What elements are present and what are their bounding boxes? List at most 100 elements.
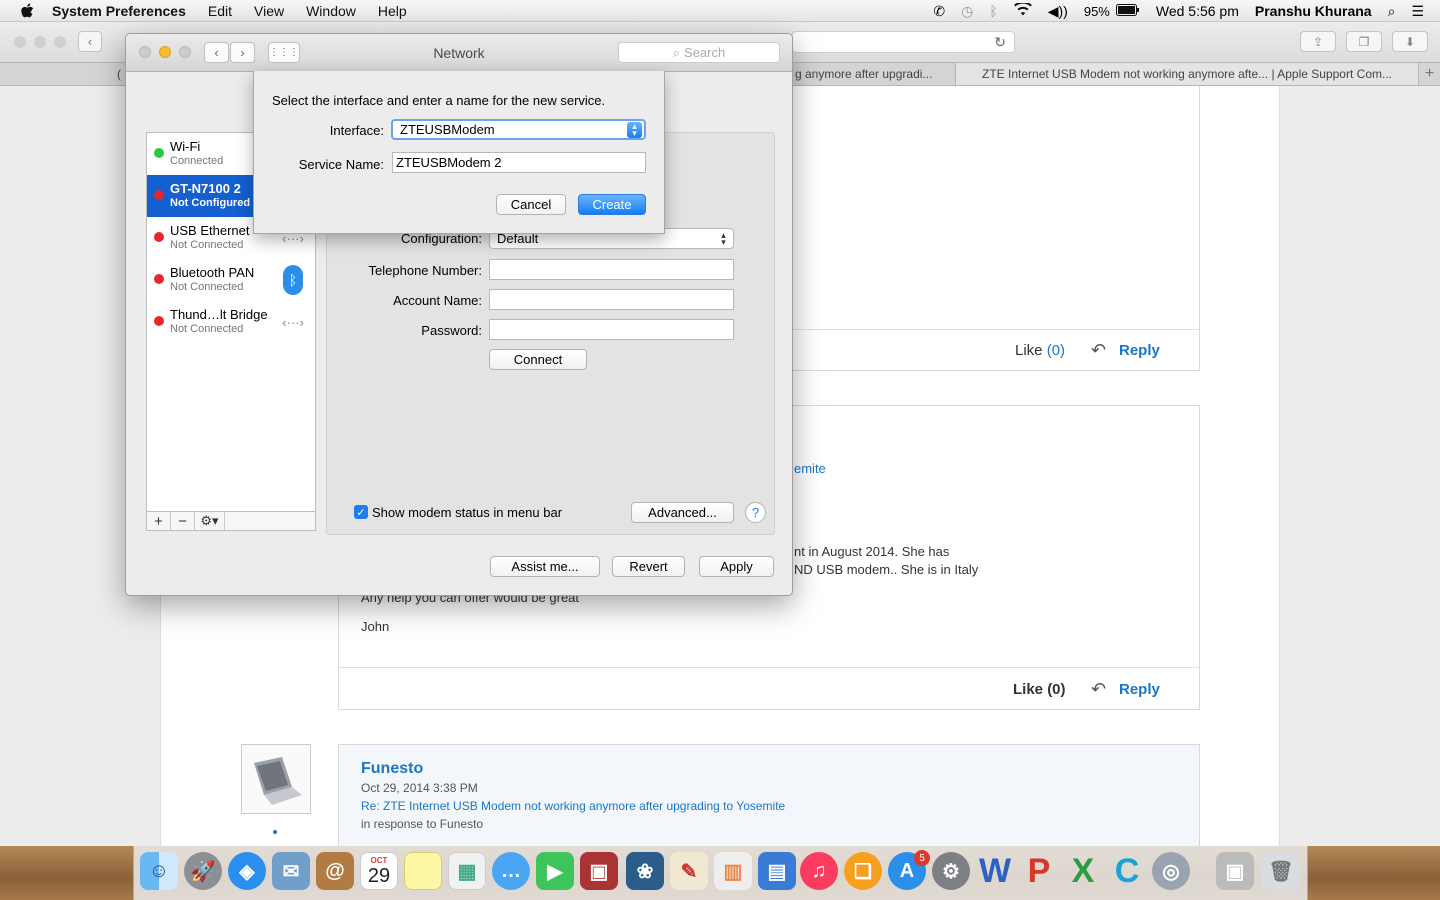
window-menu[interactable]: Window	[306, 3, 356, 19]
itunes-icon[interactable]: ♫	[800, 852, 838, 890]
reply-button-1[interactable]: Reply	[1119, 342, 1160, 359]
show-modem-checkbox[interactable]: ✓	[354, 505, 368, 519]
like-count-1: (0)	[1046, 342, 1066, 359]
search-input[interactable]: ⌕ Search	[618, 42, 780, 63]
avatar[interactable]	[241, 744, 311, 814]
reply-icon[interactable]: ↶	[1091, 679, 1106, 700]
interface-value: ZTEUSBModem	[400, 122, 495, 137]
clock[interactable]: Wed 5:56 pm	[1156, 3, 1239, 19]
revert-button[interactable]: Revert	[612, 556, 685, 577]
connect-button[interactable]: Connect	[489, 349, 587, 370]
interface-label: Interface:	[329, 123, 384, 138]
battery-icon[interactable]	[1115, 3, 1140, 19]
interface-select[interactable]: ZTEUSBModem ▴ ▾	[391, 119, 646, 140]
cancel-button[interactable]: Cancel	[496, 194, 566, 215]
ibooks-icon[interactable]: ❑	[844, 852, 882, 890]
post-3-author[interactable]: Funesto	[361, 760, 423, 778]
like-count-2: (0)	[1047, 681, 1066, 698]
account-field[interactable]	[489, 289, 734, 310]
view-menu[interactable]: View	[254, 3, 284, 19]
phone-modem-icon[interactable]: ✆	[933, 3, 945, 20]
bluetooth-icon: ᛒ	[277, 265, 309, 295]
volume-icon[interactable]: ◀))	[1048, 3, 1068, 20]
apple-menu-icon[interactable]	[20, 2, 34, 19]
word-icon[interactable]: W	[976, 852, 1014, 890]
facetime-icon[interactable]: ▶	[536, 852, 574, 890]
reload-icon[interactable]: ↻	[994, 34, 1006, 51]
notes-icon[interactable]	[404, 852, 442, 890]
downloads-icon[interactable]: ⬇	[1392, 31, 1428, 52]
calendar-month: OCT	[370, 855, 388, 865]
reply-button-2[interactable]: Reply	[1119, 681, 1160, 698]
bluetooth-icon[interactable]: ᛒ	[989, 3, 997, 19]
spotlight-icon[interactable]: ⌕	[1388, 3, 1396, 20]
trash-icon[interactable]: 🗑	[1262, 852, 1300, 890]
like-button-1[interactable]: Like (0)	[1015, 342, 1065, 359]
tabs-overview-icon[interactable]: ❐	[1346, 31, 1382, 52]
system-preferences-icon[interactable]: ⚙	[932, 852, 970, 890]
help-menu[interactable]: Help	[378, 3, 407, 19]
contacts-icon[interactable]: @	[316, 852, 354, 890]
tab-previous[interactable]: g anymore after upgradi...	[793, 63, 955, 85]
new-tab-icon[interactable]: +	[1418, 63, 1440, 85]
like-button-2[interactable]: Like (0)	[1013, 681, 1066, 698]
finder-icon[interactable]: ☺	[140, 852, 178, 890]
password-field[interactable]	[489, 319, 734, 340]
messages-icon[interactable]: …	[492, 852, 530, 890]
calendar-day: 29	[367, 864, 391, 887]
minimize-icon[interactable]	[34, 36, 46, 48]
apply-button[interactable]: Apply	[699, 556, 774, 577]
notification-center-icon[interactable]: ☰	[1411, 3, 1424, 20]
service-name-label: Service Name:	[298, 157, 384, 172]
gear-icon[interactable]: ⚙▾	[195, 512, 225, 530]
service-status: Not Connected	[170, 281, 244, 293]
advanced-button[interactable]: Advanced...	[631, 502, 734, 523]
service-item-bluetooth-pan[interactable]: Bluetooth PAN Not Connected ᛒ	[147, 259, 315, 301]
powerpoint-icon[interactable]: P	[1020, 852, 1058, 890]
c-app-icon[interactable]: C	[1108, 852, 1146, 890]
help-button[interactable]: ?	[745, 502, 766, 523]
back-icon[interactable]: ‹	[78, 31, 102, 52]
tab-left[interactable]: (	[0, 63, 125, 85]
telephone-field[interactable]	[489, 259, 734, 280]
mail-icon[interactable]: ✉	[272, 852, 310, 890]
launchpad-icon[interactable]: 🚀	[184, 852, 222, 890]
documents-stack-icon[interactable]: ▣	[1216, 852, 1254, 890]
service-status: Connected	[170, 155, 224, 167]
time-machine-icon[interactable]: ◷	[961, 3, 973, 20]
remove-service-button[interactable]: −	[171, 512, 195, 530]
assist-me-button[interactable]: Assist me...	[490, 556, 600, 577]
user-menu[interactable]: Pranshu Khurana	[1255, 3, 1372, 19]
photo-booth-icon[interactable]: ▣	[580, 852, 618, 890]
battery-percent[interactable]: 95%	[1084, 4, 1110, 19]
safari-icon[interactable]: ◈	[228, 852, 266, 890]
launcher-icon[interactable]: ◎	[1152, 852, 1190, 890]
post-2-subject-link[interactable]: emite	[794, 461, 826, 476]
app-menu[interactable]: System Preferences	[52, 3, 186, 19]
post-3-subject-link[interactable]: Re: ZTE Internet USB Modem not working a…	[361, 799, 785, 813]
service-name-field[interactable]: ZTEUSBModem 2	[392, 152, 646, 173]
address-bar[interactable]: ↻	[792, 31, 1015, 53]
pages-icon[interactable]: ✎	[670, 852, 708, 890]
service-item-thunderbolt-bridge[interactable]: Thund…lt Bridge Not Connected ‹···›	[147, 301, 315, 343]
add-service-button[interactable]: +	[147, 512, 171, 530]
iphoto-icon[interactable]: ❀	[626, 852, 664, 890]
menu-bar: System Preferences Edit View Window Help…	[0, 0, 1440, 22]
laptop-avatar-icon	[254, 757, 302, 805]
numbers-icon[interactable]: ▥	[714, 852, 752, 890]
edit-menu[interactable]: Edit	[208, 3, 232, 19]
post-2-signature: John	[361, 619, 390, 634]
calendar-icon[interactable]: OCT 29	[360, 852, 398, 890]
create-button[interactable]: Create	[578, 194, 646, 215]
reply-icon[interactable]: ↶	[1091, 340, 1106, 361]
wifi-icon[interactable]	[1013, 1, 1032, 19]
service-status: Not Connected	[170, 323, 244, 335]
zoom-icon[interactable]	[54, 36, 66, 48]
share-icon[interactable]: ⇪	[1300, 31, 1336, 52]
excel-icon[interactable]: X	[1064, 852, 1102, 890]
status-dot	[154, 274, 164, 284]
tab-active[interactable]: ZTE Internet USB Modem not working anymo…	[955, 63, 1418, 85]
keynote-icon[interactable]: ▤	[758, 852, 796, 890]
close-icon[interactable]	[14, 36, 26, 48]
preview-icon[interactable]: ▦	[448, 852, 486, 890]
